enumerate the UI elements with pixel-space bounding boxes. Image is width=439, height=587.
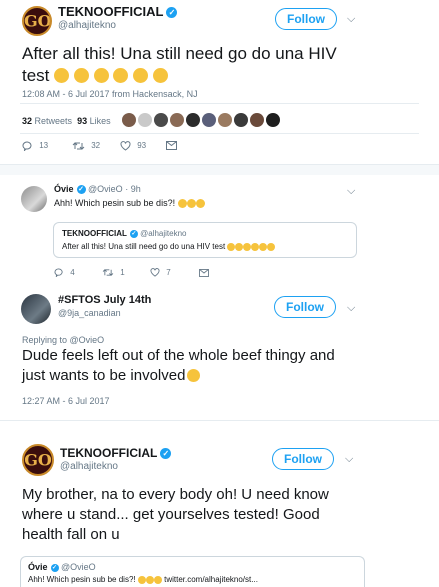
follow-button[interactable]: Follow	[274, 296, 336, 318]
quoted-tweet[interactable]: TEKNOOFFICIAL ✓ @alhajitekno After all th…	[53, 222, 357, 258]
divider	[20, 133, 419, 134]
author-name[interactable]: TEKNOOFFICIAL ✓	[60, 446, 172, 460]
avatar[interactable]: GO	[22, 6, 52, 36]
follow-button[interactable]: Follow	[272, 448, 334, 470]
author-name[interactable]: TEKNOOFFICIAL ✓	[58, 4, 178, 19]
joy-emoji-icon	[93, 68, 109, 83]
author-name[interactable]: Óvie ✓ @OvieO · 9h	[54, 184, 141, 194]
reply-button[interactable]: 4	[54, 268, 75, 279]
emoji-row	[54, 66, 168, 85]
verified-icon: ✓	[166, 7, 178, 18]
quoted-author: TEKNOOFFICIAL ✓ @alhajitekno	[62, 229, 187, 238]
joy-emoji-icon	[133, 68, 149, 83]
author-name[interactable]: #SFTOS July 14th	[58, 294, 151, 306]
rofl-emoji-icon	[251, 243, 260, 251]
joy-emoji-icon	[227, 243, 236, 251]
author-handle[interactable]: @alhajitekno	[60, 461, 118, 472]
grimace-emoji-icon	[177, 199, 187, 208]
envelope-icon	[166, 141, 177, 151]
author-handle[interactable]: @alhajitekno	[58, 20, 116, 31]
divider	[20, 103, 419, 104]
chevron-down-icon[interactable]: ⌵	[345, 453, 353, 466]
grimace-emoji-icon	[153, 576, 162, 584]
divider	[0, 420, 439, 421]
reply-button[interactable]: 13	[22, 141, 48, 153]
verified-icon: ✓	[76, 185, 86, 194]
joy-emoji-icon	[259, 243, 268, 251]
tweet-text: Ahh! Which pesin sub be dis?!	[54, 198, 205, 208]
quoted-tweet[interactable]: Óvie ✓ @OvieO Ahh! Which pesin sub be dis…	[20, 556, 365, 587]
envelope-icon	[199, 268, 209, 277]
verified-icon: ✓	[129, 230, 138, 238]
reply-icon	[22, 141, 32, 153]
engagement-stats: 32 Retweets 93 Likes	[22, 116, 111, 126]
joy-emoji-icon	[54, 68, 70, 83]
scream-emoji-icon	[186, 199, 196, 208]
quoted-text: Ahh! Which pesin sub be dis?! twitter.co…	[28, 575, 258, 584]
avatar[interactable]	[21, 186, 47, 212]
tweet-timestamp[interactable]: 12:27 AM - 6 Jul 2017	[22, 396, 110, 406]
follow-button[interactable]: Follow	[275, 8, 337, 30]
tweet-text: My brother, na to every body oh! U need …	[22, 486, 329, 543]
joy-emoji-icon	[243, 243, 252, 251]
joy-emoji-icon	[235, 243, 244, 251]
tweet-text: Dude feels left out of the whole beef th…	[22, 347, 335, 384]
avatar-logo-icon: GO	[24, 450, 52, 470]
retweet-button[interactable]: 1	[102, 268, 125, 277]
joy-emoji-icon	[73, 68, 89, 83]
verified-icon: ✓	[160, 448, 172, 459]
heart-icon	[150, 268, 160, 278]
replying-to[interactable]: Replying to @OvieO	[22, 335, 104, 345]
section-gap	[0, 165, 439, 175]
quoted-author: Óvie ✓ @OvieO	[28, 562, 96, 572]
likers-avatars[interactable]	[122, 113, 282, 132]
verified-icon: ✓	[50, 564, 59, 572]
hug-emoji-icon	[152, 68, 168, 83]
direct-message-button[interactable]	[199, 268, 209, 277]
retweet-button[interactable]: 32	[72, 141, 100, 151]
avatar[interactable]	[21, 294, 51, 324]
joy-emoji-icon	[187, 369, 201, 382]
chevron-down-icon[interactable]: ⌵	[347, 185, 355, 198]
reply-icon	[54, 268, 63, 279]
avatar-logo-icon: GO	[24, 11, 52, 31]
grimace-emoji-icon	[195, 199, 205, 208]
author-handle[interactable]: @9ja_canadian	[58, 308, 121, 318]
retweet-icon	[72, 142, 85, 150]
quoted-link[interactable]: twitter.com/alhajitekno/st...	[164, 575, 258, 584]
retweet-icon	[102, 269, 114, 277]
direct-message-button[interactable]	[166, 141, 177, 151]
chevron-down-icon[interactable]: ⌵	[347, 13, 355, 26]
like-button[interactable]: 7	[150, 268, 171, 278]
heart-icon	[120, 141, 131, 151]
grimace-emoji-icon	[137, 576, 146, 584]
tweet-timestamp[interactable]: 12:08 AM - 6 Jul 2017 from Hackensack, N…	[22, 89, 198, 99]
tweet-text: After all this! Una still need go do una…	[22, 44, 337, 85]
like-button[interactable]: 93	[120, 141, 146, 151]
avatar[interactable]: GO	[22, 444, 54, 476]
chevron-down-icon[interactable]: ⌵	[347, 302, 355, 315]
quoted-text: After all this! Una still need go do una…	[62, 242, 276, 251]
hug-emoji-icon	[267, 243, 276, 251]
rofl-emoji-icon	[113, 68, 129, 83]
scream-emoji-icon	[145, 576, 154, 584]
